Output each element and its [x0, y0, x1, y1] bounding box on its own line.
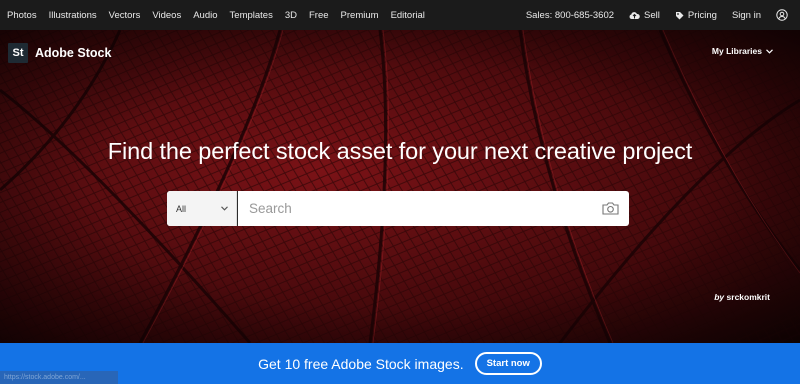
start-now-button[interactable]: Start now [474, 352, 542, 375]
signin-link[interactable]: Sign in [732, 10, 761, 21]
visual-search-button[interactable] [591, 191, 629, 226]
search-scope-value: All [176, 203, 187, 214]
top-nav: Photos Illustrations Vectors Videos Audi… [0, 0, 800, 30]
hero-headline: Find the perfect stock asset for your ne… [107, 138, 693, 164]
credit-author: srckomkrit [726, 292, 770, 302]
sell-link[interactable]: Sell [629, 10, 660, 21]
my-libraries-button[interactable]: My Libraries [712, 46, 773, 56]
category-nav: Photos Illustrations Vectors Videos Audi… [0, 10, 437, 21]
user-circle-icon [776, 9, 788, 21]
pricing-link[interactable]: Pricing [675, 10, 717, 21]
promo-banner: Get 10 free Adobe Stock images. Start no… [0, 343, 800, 384]
tag-icon [675, 11, 684, 19]
search-input[interactable] [237, 191, 591, 226]
nav-vectors[interactable]: Vectors [109, 10, 141, 21]
search-scope-dropdown[interactable]: All [167, 191, 237, 226]
chevron-down-icon [766, 48, 773, 54]
sell-label: Sell [644, 9, 660, 21]
adobe-stock-logo: St [8, 43, 28, 63]
sales-phone[interactable]: Sales: 800-685-3602 [526, 10, 614, 21]
promo-text: Get 10 free Adobe Stock images. [258, 355, 464, 372]
nav-audio[interactable]: Audio [193, 10, 217, 21]
browser-status-bar: https://stock.adobe.com/... [0, 371, 118, 384]
brand-name: Adobe Stock [35, 46, 112, 60]
nav-templates[interactable]: Templates [230, 10, 273, 21]
nav-photos[interactable]: Photos [7, 10, 37, 21]
nav-3d[interactable]: 3D [285, 10, 297, 21]
signin-label: Sign in [731, 9, 761, 21]
nav-editorial[interactable]: Editorial [391, 10, 425, 21]
my-libraries-label: My Libraries [711, 46, 762, 56]
search-bar: All [167, 191, 629, 226]
cloud-upload-icon [629, 11, 640, 19]
account-menu[interactable] [776, 9, 792, 21]
hero-banner: St Adobe Stock My Libraries Find the per… [0, 30, 800, 343]
credit-prefix: by [714, 292, 725, 302]
photo-credit[interactable]: by srckomkrit [714, 292, 770, 302]
pricing-label: Pricing [687, 9, 717, 21]
nav-videos[interactable]: Videos [152, 10, 181, 21]
chevron-down-icon [221, 206, 228, 211]
camera-icon [601, 202, 619, 215]
nav-premium[interactable]: Premium [341, 10, 379, 21]
leaf-background-image [0, 30, 800, 343]
nav-free[interactable]: Free [309, 10, 329, 21]
nav-illustrations[interactable]: Illustrations [49, 10, 97, 21]
sales-label: Sales: 800-685-3602 [525, 9, 615, 21]
adobe-stock-brand[interactable]: St Adobe Stock [8, 43, 111, 63]
account-nav: Sales: 800-685-3602 Sell Pricing Sign in [511, 9, 800, 21]
